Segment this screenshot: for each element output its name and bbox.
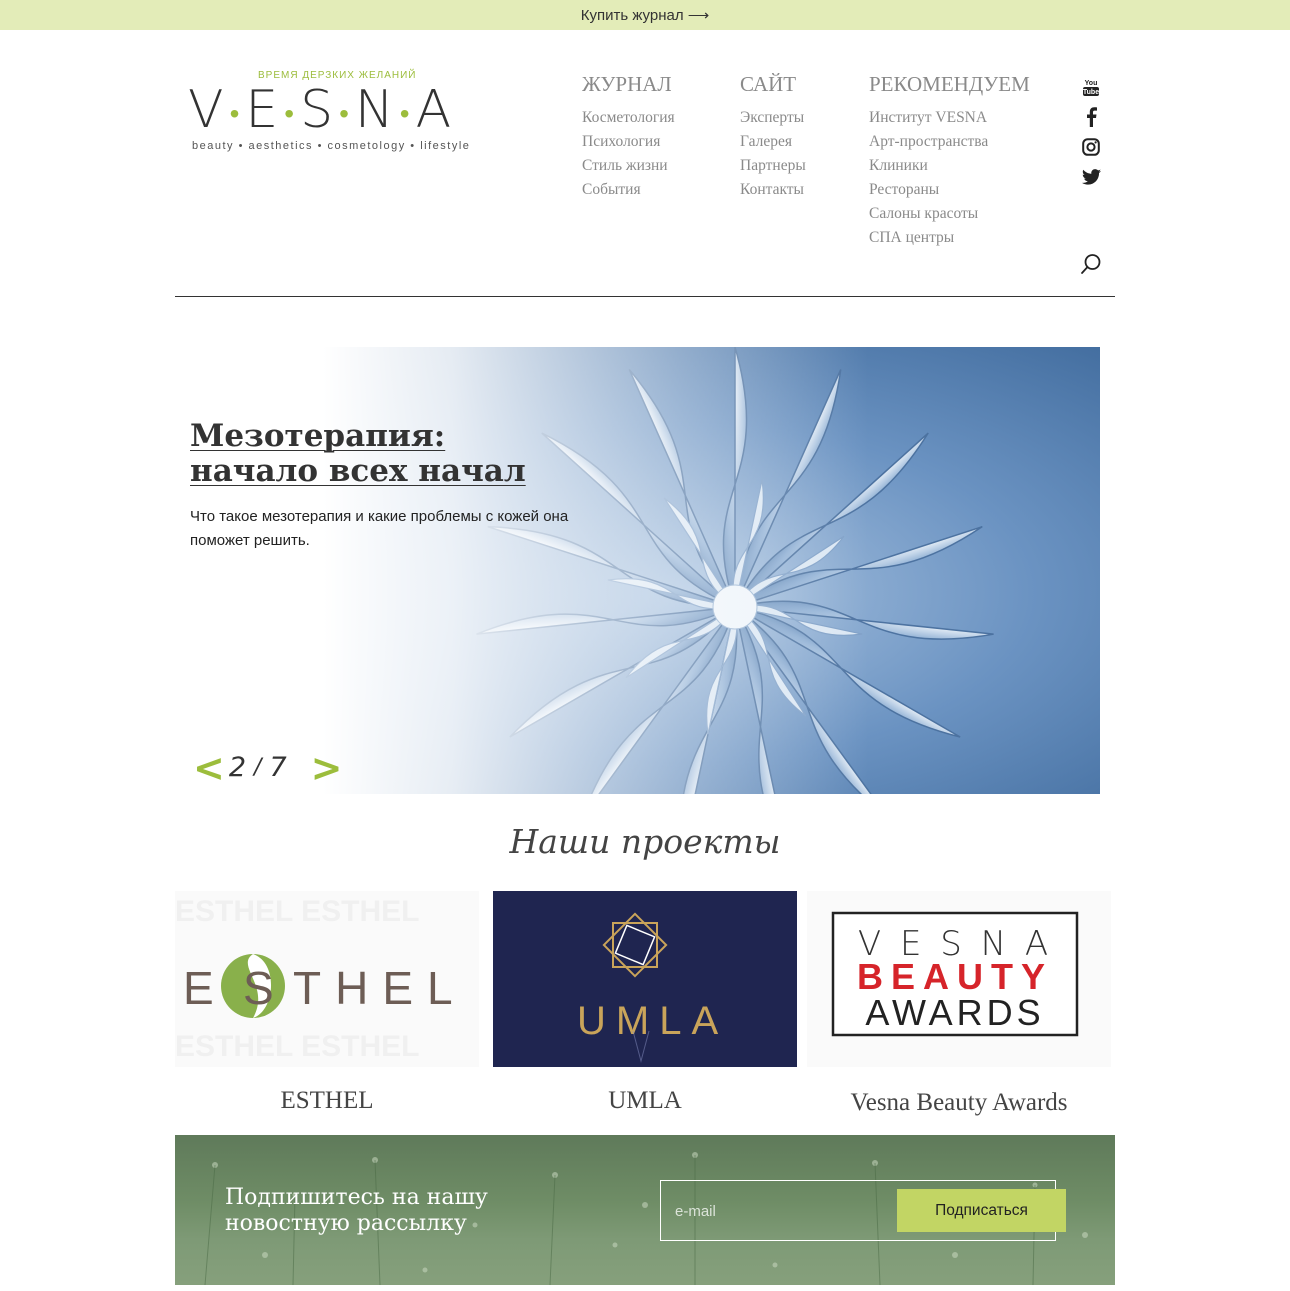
project-card-vesna-awards[interactable]: V E S N A BEAUTY AWARDS Vesna Beauty Awa… — [807, 891, 1111, 1116]
logo-letter: V — [188, 80, 224, 140]
site-logo[interactable]: ВРЕМЯ ДЕРЗКИХ ЖЕЛАНИЙ V • E • S • N • A beauty •… — [188, 68, 498, 158]
slider-current: 2 — [228, 752, 247, 783]
nav-item-events[interactable]: События — [582, 178, 675, 202]
nav-heading-site[interactable]: САЙТ — [740, 72, 806, 98]
project-card-umla[interactable]: UMLA UMLA — [493, 891, 797, 1114]
newsletter-title: Подпишитесь на нашу новостную рассылку — [225, 1185, 488, 1236]
top-banner: Купить журнал ⟶ — [0, 0, 1290, 30]
svg-text:You: You — [1085, 80, 1098, 87]
nav-item-contacts[interactable]: Контакты — [740, 178, 806, 202]
project-card-esthel[interactable]: ESTHEL ESTHEL ESTHEL ESTHEL E S THEL EST… — [175, 891, 479, 1114]
slider-pager: < 2 / 7 > — [193, 749, 343, 787]
slider-next-button[interactable]: > — [311, 749, 343, 787]
project-label-vesna-awards[interactable]: Vesna Beauty Awards — [807, 1089, 1111, 1117]
umla-logo: UMLA — [493, 891, 797, 1067]
slider-prev-button[interactable]: < — [193, 749, 225, 787]
hero-title-link[interactable]: Мезотерапия: начало всех начал — [190, 419, 570, 489]
hero-description: Что такое мезотерапия и какие проблемы с… — [190, 508, 569, 549]
svg-text:BEAUTY: BEAUTY — [857, 956, 1053, 997]
nav-column-site: САЙТ Эксперты Галерея Партнеры Контакты — [740, 72, 806, 202]
esthel-logo: ESTHEL ESTHEL ESTHEL ESTHEL E S THEL — [175, 891, 479, 1067]
hero-slider[interactable]: Мезотерапия: начало всех начал Что такое… — [175, 347, 1100, 794]
nav-item-spa[interactable]: СПА центры — [869, 226, 1030, 250]
nav-item-partners[interactable]: Партнеры — [740, 154, 806, 178]
svg-text:Tube: Tube — [1083, 89, 1099, 96]
svg-text:ESTHEL ESTHEL: ESTHEL ESTHEL — [175, 1030, 419, 1063]
project-label-esthel[interactable]: ESTHEL — [175, 1087, 479, 1115]
nav-column-recommended: РЕКОМЕНДУЕМ Институт VESNA Арт-пространс… — [869, 72, 1030, 250]
youtube-icon[interactable]: You Tube — [1078, 72, 1104, 102]
social-links: You Tube — [1078, 72, 1104, 192]
logo-tagline-bottom: beauty • aesthetics • cosmetology • life… — [192, 140, 471, 152]
project-label-umla[interactable]: UMLA — [493, 1087, 797, 1115]
nav-heading-recommended[interactable]: РЕКОМЕНДУЕМ — [869, 72, 1030, 98]
nav-item-cosmetology[interactable]: Косметология — [582, 106, 675, 130]
instagram-icon[interactable] — [1078, 132, 1104, 162]
nav-column-journal: ЖУРНАЛ Косметология Психология Стиль жиз… — [582, 72, 675, 202]
vesna-awards-logo: V E S N A BEAUTY AWARDS — [807, 891, 1111, 1067]
nav-item-lifestyle[interactable]: Стиль жизни — [582, 154, 675, 178]
facebook-icon[interactable] — [1078, 102, 1104, 132]
svg-text:THEL: THEL — [293, 962, 467, 1014]
nav-item-art-spaces[interactable]: Арт-пространства — [869, 130, 1030, 154]
twitter-icon[interactable] — [1078, 162, 1104, 192]
nav-item-gallery[interactable]: Галерея — [740, 130, 806, 154]
hero-fade-overlay — [175, 347, 1100, 794]
newsletter-section: Подпишитесь на нашу новостную рассылку П… — [175, 1135, 1115, 1285]
nav-heading-journal[interactable]: ЖУРНАЛ — [582, 72, 675, 98]
svg-text:AWARDS: AWARDS — [865, 992, 1044, 1033]
logo-letter: A — [415, 80, 452, 140]
nav-item-restaurants[interactable]: Рестораны — [869, 178, 1030, 202]
logo-letter: S — [300, 80, 334, 140]
nav-item-beauty-salons[interactable]: Салоны красоты — [869, 202, 1030, 226]
buy-magazine-link[interactable]: Купить журнал ⟶ — [581, 6, 710, 24]
nav-item-institute[interactable]: Институт VESNA — [869, 106, 1030, 130]
slider-separator: / — [254, 755, 262, 780]
nav-item-psychology[interactable]: Психология — [582, 130, 675, 154]
svg-text:UMLA: UMLA — [577, 999, 728, 1043]
logo-letter: N — [354, 80, 394, 140]
nav-item-clinics[interactable]: Клиники — [869, 154, 1030, 178]
svg-text:S: S — [243, 962, 274, 1014]
svg-text:ESTHEL ESTHEL: ESTHEL ESTHEL — [175, 895, 419, 928]
nav-item-experts[interactable]: Эксперты — [740, 106, 806, 130]
email-input[interactable] — [675, 1197, 895, 1225]
header-divider — [175, 296, 1115, 297]
logo-letter: E — [245, 80, 279, 140]
search-icon[interactable] — [1079, 252, 1103, 276]
slider-total: 7 — [269, 752, 287, 783]
projects-title: Наши проекты — [509, 822, 781, 861]
subscribe-button[interactable]: Подписаться — [897, 1189, 1066, 1232]
svg-text:E: E — [183, 962, 220, 1014]
logo-wordmark: V • E • S • N • A — [188, 80, 452, 140]
